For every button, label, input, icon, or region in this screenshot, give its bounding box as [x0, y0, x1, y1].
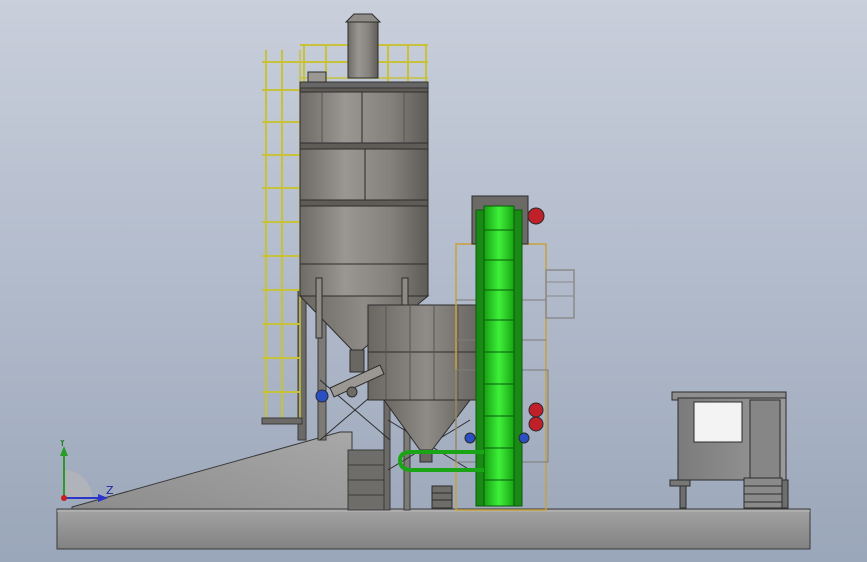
cad-viewport[interactable]: Y Z [0, 0, 867, 562]
x-axis-point [61, 495, 67, 501]
triad-plane [64, 470, 92, 498]
bucket-elevator [475, 205, 523, 507]
y-axis-label: Y [58, 440, 66, 449]
silo-ladder [261, 50, 303, 425]
control-cabin [669, 391, 789, 509]
plant-model [56, 13, 811, 550]
lower-stair [431, 485, 453, 509]
z-axis-label: Z [106, 484, 114, 497]
silo-dust-collector [307, 13, 382, 83]
ground-slab [56, 508, 811, 550]
axis-triad: Y Z [58, 440, 114, 502]
